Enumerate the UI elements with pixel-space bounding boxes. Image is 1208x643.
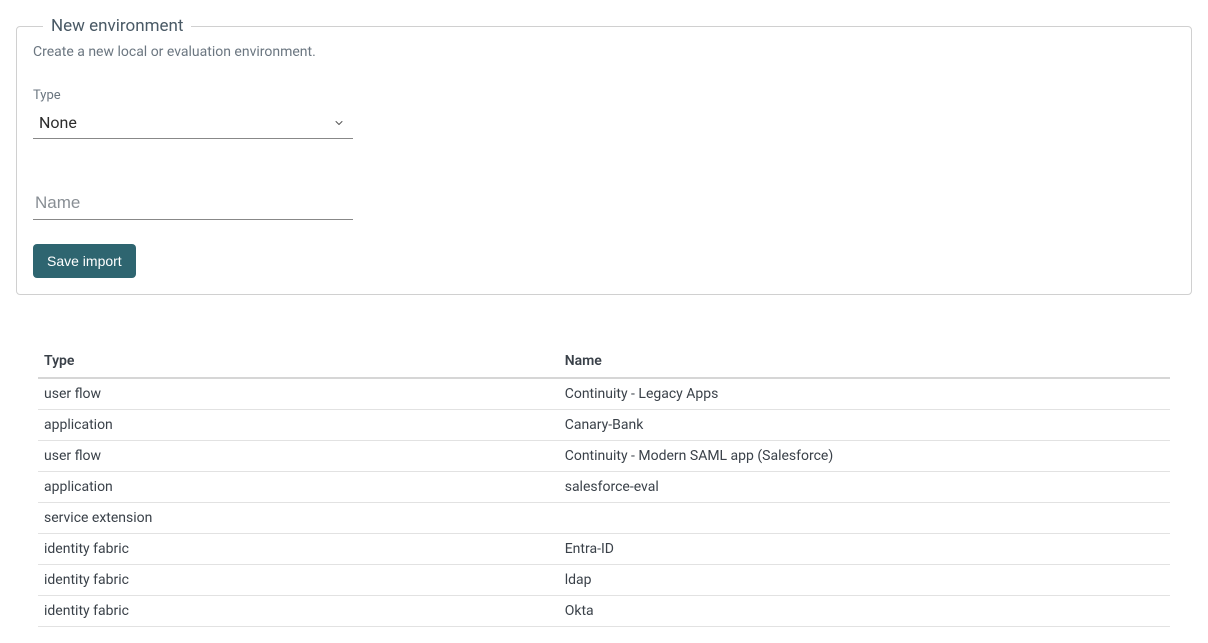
environments-table: Type Name user flowContinuity - Legacy A… [38, 345, 1170, 627]
panel-description: Create a new local or evaluation environ… [33, 44, 1175, 60]
table-cell-type: application [38, 410, 559, 441]
table-cell-name: Continuity - Legacy Apps [559, 378, 1170, 410]
type-select[interactable]: None [33, 107, 353, 139]
table-row: applicationCanary-Bank [38, 410, 1170, 441]
table-row: user flowContinuity - Modern SAML app (S… [38, 441, 1170, 472]
table-cell-name: ldap [559, 565, 1170, 596]
table-cell-type: user flow [38, 441, 559, 472]
table-row: identity fabricOkta [38, 596, 1170, 627]
table-row: service extension [38, 503, 1170, 534]
table-cell-name [559, 503, 1170, 534]
table-cell-name: salesforce-eval [559, 472, 1170, 503]
name-field-wrapper [33, 187, 353, 220]
table-cell-name: Continuity - Modern SAML app (Salesforce… [559, 441, 1170, 472]
table-row: user flowContinuity - Legacy Apps [38, 378, 1170, 410]
save-import-button[interactable]: Save import [33, 244, 136, 278]
environments-table-container: Type Name user flowContinuity - Legacy A… [16, 345, 1192, 627]
table-header-name: Name [559, 345, 1170, 378]
table-cell-type: user flow [38, 378, 559, 410]
name-input[interactable] [33, 187, 353, 220]
table-cell-type: identity fabric [38, 565, 559, 596]
table-header-type: Type [38, 345, 559, 378]
new-environment-panel: New environment Create a new local or ev… [16, 16, 1192, 295]
table-cell-name: Okta [559, 596, 1170, 627]
table-cell-type: application [38, 472, 559, 503]
table-cell-type: service extension [38, 503, 559, 534]
table-cell-type: identity fabric [38, 534, 559, 565]
table-row: applicationsalesforce-eval [38, 472, 1170, 503]
type-select-value[interactable]: None [33, 107, 353, 139]
table-cell-type: identity fabric [38, 596, 559, 627]
table-row: identity fabricEntra-ID [38, 534, 1170, 565]
table-row: identity fabricldap [38, 565, 1170, 596]
type-label: Type [33, 88, 1175, 103]
table-cell-name: Canary-Bank [559, 410, 1170, 441]
table-cell-name: Entra-ID [559, 534, 1170, 565]
panel-legend: New environment [43, 16, 191, 36]
